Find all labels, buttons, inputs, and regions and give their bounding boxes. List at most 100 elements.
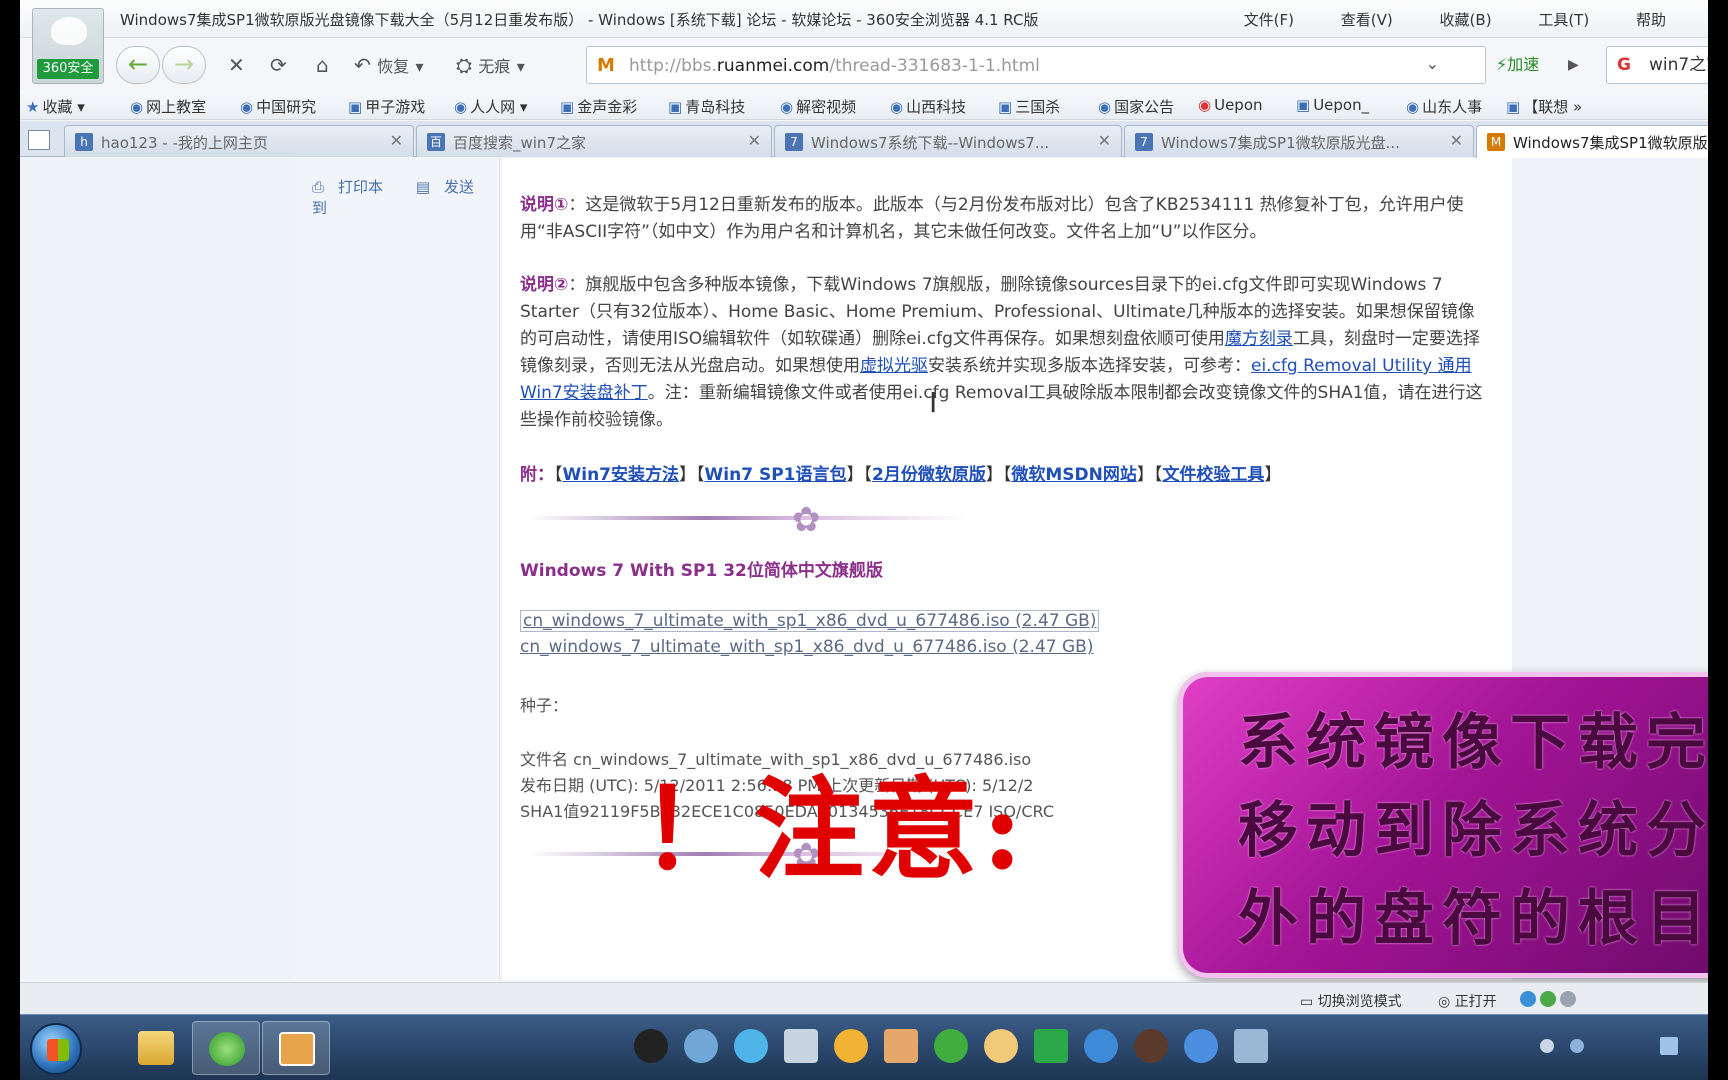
logo-face-icon (51, 17, 87, 45)
menu-tools[interactable]: 工具(T) (1538, 11, 1589, 29)
play-icon[interactable] (1034, 1029, 1068, 1063)
mofang-link[interactable]: 魔方刻录 (1225, 329, 1293, 349)
new-tab-button[interactable] (28, 130, 50, 150)
tab-win7-sp1[interactable]: 7 Windows7集成SP1微软原版光盘... ✕ (1124, 125, 1474, 157)
character-icon[interactable] (1134, 1029, 1168, 1063)
restore-button[interactable]: ↶ 恢复 ▾ (348, 48, 430, 82)
fav-item[interactable]: ▣ 甲子游戏 (348, 96, 425, 117)
app-taskbar-app[interactable] (262, 1021, 330, 1075)
page-icon: ▣ (560, 98, 575, 116)
speed-button[interactable]: ⚡加速 (1496, 48, 1539, 82)
logo-badge: 360安全 (37, 59, 99, 79)
document-icon[interactable] (784, 1029, 818, 1063)
stop-button[interactable]: ✕ (222, 48, 251, 82)
incognito-icon: ⛭ (456, 53, 472, 77)
fav-item[interactable]: ▣ 青岛科技 (668, 96, 745, 117)
face-icon[interactable] (984, 1029, 1018, 1063)
fav-item[interactable]: ◉ 山东人事 (1406, 96, 1482, 117)
fav-item[interactable]: ★ 收藏 ▾ (26, 96, 85, 117)
fav-item[interactable]: ▣ 【联想 » (1506, 96, 1582, 117)
explorer-taskbar-app[interactable] (122, 1021, 190, 1075)
address-dropdown-icon[interactable]: ⌄ (1426, 54, 1439, 73)
address-bar[interactable]: M http://bbs.ruanmei.com/thread-331683-1… (586, 46, 1486, 84)
app-icon (279, 1032, 315, 1066)
game-icon[interactable] (834, 1029, 868, 1063)
fav-item[interactable]: ▣ Uepon_ (1296, 96, 1369, 114)
plane-icon[interactable] (1084, 1029, 1118, 1063)
zoom-icon[interactable] (1560, 991, 1576, 1007)
browser-logo[interactable]: 360安全 (32, 8, 104, 84)
blue-app-icon[interactable] (1184, 1029, 1218, 1063)
browse-mode-toggle[interactable]: ▭ 切换浏览模式 (1300, 991, 1402, 1011)
security-360-icon[interactable] (934, 1029, 968, 1063)
close-x-icon: ✕ (228, 53, 245, 77)
start-button[interactable] (30, 1023, 82, 1075)
callout-line: 外的盘符的根目 (1238, 884, 1708, 954)
menu-bar: 文件(F) 查看(V) 收藏(B) 工具(T) 帮助 (1244, 9, 1708, 30)
download-link[interactable]: cn_windows_7_ultimate_with_sp1_x86_dvd_u… (520, 610, 1100, 632)
media-icon[interactable] (734, 1029, 768, 1063)
feb-original-link[interactable]: 2月份微软原版 (872, 465, 986, 485)
tab-label: hao123 - -我的上网主页 (101, 134, 268, 152)
menu-favorites[interactable]: 收藏(B) (1440, 11, 1492, 29)
show-desktop-icon[interactable] (1660, 1037, 1678, 1055)
close-icon[interactable]: ✕ (1450, 131, 1463, 150)
refresh-button[interactable]: ⟳ (264, 48, 293, 82)
close-icon[interactable]: ✕ (390, 131, 403, 150)
menu-file[interactable]: 文件(F) (1244, 11, 1294, 29)
fav-item[interactable]: ◉ 中国研究 (240, 96, 316, 117)
page-icon: ◉ (780, 98, 794, 116)
download-icon[interactable] (1540, 991, 1556, 1007)
msdn-link[interactable]: 微软MSDN网站 (1011, 465, 1137, 485)
qq-icon[interactable] (634, 1029, 668, 1063)
fav-item[interactable]: ▣ 金声金彩 (560, 96, 637, 117)
page-icon: ◉ (130, 98, 144, 116)
fav-item[interactable]: ▣ 三国杀 (998, 96, 1060, 117)
fav-item[interactable]: ◉ 解密视频 (780, 96, 856, 117)
page-icon: ▣ (998, 98, 1013, 116)
page-icon: ◉ (890, 98, 904, 116)
home-button[interactable]: ⌂ (310, 48, 335, 82)
fav-item[interactable]: ◉ Uepon (1198, 96, 1263, 114)
fav-item[interactable]: ◉ 人人网 ▾ (454, 96, 527, 117)
browser-screen: Windows7集成SP1微软原版光盘镜像下载大全（5月12日重发布版） - W… (20, 0, 1708, 1080)
section-title: Windows 7 With SP1 32位简体中文旗舰版 (520, 561, 883, 581)
virtual-drive-link[interactable]: 虚拟光驱 (860, 356, 928, 376)
browser-taskbar-app[interactable] (192, 1021, 260, 1075)
title-bar: Windows7集成SP1微软原版光盘镜像下载大全（5月12日重发布版） - W… (20, 0, 1708, 38)
tab-baidu[interactable]: 百 百度搜索_win7之家 ✕ (416, 125, 772, 157)
tray-network-icon[interactable] (1540, 1039, 1554, 1053)
tab-label: Windows7系统下载--Windows7... (811, 134, 1050, 152)
back-button[interactable]: ← (116, 46, 160, 84)
globe-icon: ◎ (1438, 994, 1455, 1010)
close-icon[interactable]: ✕ (748, 131, 761, 150)
printer-icon: ⎙ (312, 178, 325, 196)
print-link[interactable]: ⎙ 打印本 (312, 178, 397, 196)
close-icon[interactable]: ✕ (1098, 131, 1111, 150)
status-icons (1520, 991, 1580, 1007)
tab-win7-download[interactable]: 7 Windows7系统下载--Windows7... ✕ (774, 125, 1122, 157)
fav-item[interactable]: ◉ 网上教室 (130, 96, 206, 117)
page-icon: ▣ (348, 98, 363, 116)
forward-button[interactable]: → (162, 46, 206, 84)
play-arrow-icon[interactable]: ▶ (1568, 48, 1579, 82)
paint-icon[interactable] (684, 1029, 718, 1063)
tab-hao123[interactable]: h hao123 - -我的上网主页 ✕ (64, 125, 414, 157)
tray-volume-icon[interactable] (1570, 1039, 1584, 1053)
fav-item[interactable]: ◉ 国家公告 (1098, 96, 1174, 117)
search-input[interactable]: G win7之家 (1606, 46, 1708, 84)
menu-view[interactable]: 查看(V) (1341, 11, 1393, 29)
back-arrow-icon: ← (127, 50, 149, 78)
language-pack-link[interactable]: Win7 SP1语言包 (705, 465, 847, 485)
fav-item[interactable]: ◉ 山西科技 (890, 96, 966, 117)
menu-help[interactable]: 帮助 (1636, 11, 1666, 29)
install-method-link[interactable]: Win7安装方法 (563, 465, 680, 485)
security-icon[interactable] (1520, 991, 1536, 1007)
box-icon[interactable] (884, 1029, 918, 1063)
tab-win7-sp1-active[interactable]: M Windows7集成SP1微软原版 (1476, 125, 1708, 158)
traceless-button[interactable]: ⛭ 无痕 ▾ (450, 48, 531, 82)
download-link[interactable]: cn_windows_7_ultimate_with_sp1_x86_dvd_u… (520, 637, 1093, 657)
note-2: 说明②：旗舰版中包含多种版本镜像，下载Windows 7旗舰版，删除镜像sour… (520, 275, 1483, 430)
checksum-tool-link[interactable]: 文件校验工具 (1162, 465, 1264, 485)
chat-icon[interactable] (1234, 1029, 1268, 1063)
